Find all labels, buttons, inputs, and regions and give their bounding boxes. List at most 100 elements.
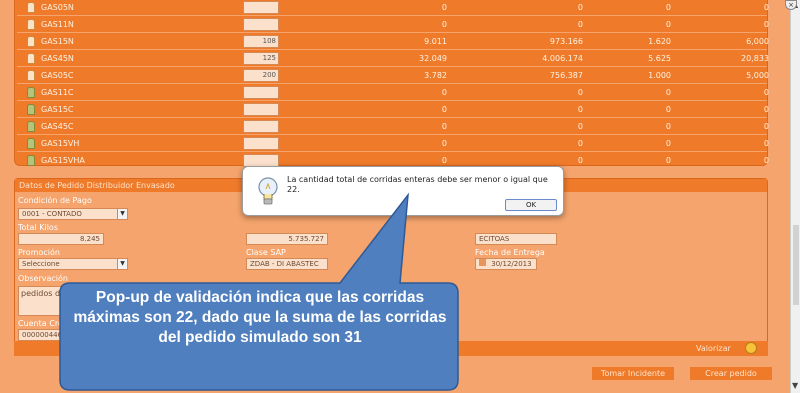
- validation-dialog: La cantidad total de corridas enteras de…: [242, 166, 564, 216]
- product-name: GAS15VHA: [41, 156, 85, 165]
- fecha-field[interactable]: 30/12/2013: [475, 258, 537, 270]
- product-value-3: 5.625: [648, 54, 671, 63]
- product-name: GAS15N: [41, 37, 74, 46]
- product-value-2: 0: [577, 105, 583, 114]
- product-value-1: 0: [441, 20, 447, 29]
- scroll-down-icon[interactable]: ▼: [792, 381, 798, 390]
- crear-pedido-button[interactable]: Crear pedido: [690, 367, 772, 380]
- lightbulb-icon: [258, 177, 278, 205]
- quantity-input[interactable]: [243, 120, 279, 133]
- calendar-icon[interactable]: [479, 259, 486, 266]
- chevron-down-icon[interactable]: ▼: [117, 259, 127, 269]
- product-value-4: 0: [763, 105, 769, 114]
- product-value-4: 0: [763, 20, 769, 29]
- quantity-input[interactable]: [243, 137, 279, 150]
- observacion-label: Observación: [18, 274, 68, 283]
- total-kilos-field: 8.245: [18, 233, 104, 245]
- quantity-input[interactable]: [243, 18, 279, 31]
- product-value-4: 5,000: [746, 71, 769, 80]
- gas-cylinder-icon: [27, 155, 35, 166]
- product-value-2: 973.166: [549, 37, 583, 46]
- product-name: GAS15C: [41, 105, 74, 114]
- tomar-incidente-button[interactable]: Tomar Incidente: [592, 367, 674, 380]
- product-value-4: 0: [763, 88, 769, 97]
- product-value-1: 0: [441, 105, 447, 114]
- product-value-4: 6,000: [746, 37, 769, 46]
- product-value-3: 1.620: [648, 37, 671, 46]
- gas-cylinder-icon: [27, 104, 35, 115]
- promocion-select[interactable]: Seleccione ▼: [18, 258, 128, 270]
- product-value-3: 0: [665, 3, 671, 12]
- clase-sap-field: ZDAB - DI ABASTEC: [246, 258, 328, 270]
- gas-cylinder-icon: [27, 2, 35, 13]
- product-name: GAS11C: [41, 88, 74, 97]
- product-name: GAS45N: [41, 54, 74, 63]
- product-value-2: 0: [577, 139, 583, 148]
- gas-cylinder-icon: [27, 70, 35, 81]
- promocion-value: Seleccione: [22, 260, 60, 268]
- clase-sap-label: Clase SAP: [246, 248, 286, 257]
- product-value-3: 0: [665, 122, 671, 131]
- product-name: GAS05C: [41, 71, 74, 80]
- observacion-value: pedidos d: [21, 289, 61, 298]
- quantity-input[interactable]: [243, 103, 279, 116]
- product-row: GAS11N 0 0 0 0: [17, 17, 769, 33]
- app-window: GAS05N 0 0 0 0 GAS11N 0 0 0 0 GAS15N 108 9.011 973.16…: [0, 0, 800, 393]
- condicion-value: 0001 - CONTADO: [22, 210, 82, 218]
- product-value-1: 0: [441, 156, 447, 165]
- product-value-3: 0: [665, 139, 671, 148]
- cuenta-label: Cuenta Cre: [18, 319, 63, 328]
- product-value-2: 4.006.174: [542, 54, 583, 63]
- product-value-3: 0: [665, 156, 671, 165]
- product-table: GAS05N 0 0 0 0 GAS11N 0 0 0 0 GAS15N 108 9.011 973.16…: [14, 0, 769, 169]
- valorizar-label[interactable]: Valorizar: [696, 344, 731, 353]
- product-value-1: 0: [441, 122, 447, 131]
- product-value-1: 0: [441, 3, 447, 12]
- condicion-label: Condición de Pago: [18, 196, 92, 205]
- product-name: GAS15VH: [41, 139, 80, 148]
- total-kilos-label: Total Kilos: [18, 223, 58, 232]
- promocion-label: Promoción: [18, 248, 60, 257]
- vertical-scrollbar[interactable]: ▲ ▼: [790, 0, 800, 393]
- product-value-1: 0: [441, 139, 447, 148]
- product-value-4: 0: [763, 122, 769, 131]
- fecha-label: Fecha de Entrega: [475, 248, 545, 257]
- quantity-input[interactable]: [243, 86, 279, 99]
- callout-text: Pop-up de validación indica que las corr…: [73, 289, 447, 346]
- product-row: GAS15N 108 9.011 973.166 1.620 6,000: [17, 34, 769, 50]
- product-value-2: 0: [577, 3, 583, 12]
- product-row: GAS11C 0 0 0 0: [17, 85, 769, 101]
- product-value-2: 756.387: [549, 71, 583, 80]
- product-value-2: 0: [577, 88, 583, 97]
- product-value-1: 9.011: [424, 37, 447, 46]
- product-value-2: 0: [577, 122, 583, 131]
- order-panel-title: Datos de Pedido Distribuidor Envasado: [19, 181, 175, 190]
- scroll-thumb[interactable]: [793, 225, 799, 305]
- gas-cylinder-icon: [27, 53, 35, 64]
- valorizar-icon[interactable]: [745, 342, 757, 354]
- quantity-input[interactable]: 108: [243, 35, 279, 48]
- product-value-4: 20,833: [741, 54, 769, 63]
- product-name: GAS45C: [41, 122, 74, 131]
- condicion-select[interactable]: 0001 - CONTADO ▼: [18, 208, 128, 220]
- product-name: GAS05N: [41, 3, 74, 12]
- product-row: GAS05C 200 3.782 756.387 1.000 5,000: [17, 68, 769, 84]
- cuenta-field: 000000446: [18, 329, 78, 341]
- dialog-message: La cantidad total de corridas enteras de…: [287, 175, 548, 194]
- product-value-4: 0: [763, 156, 769, 165]
- gas-cylinder-icon: [27, 36, 35, 47]
- product-value-1: 32.049: [419, 54, 447, 63]
- gas-cylinder-icon: [27, 138, 35, 149]
- gas-cylinder-icon: [27, 19, 35, 30]
- quantity-input[interactable]: [243, 1, 279, 14]
- product-value-3: 0: [665, 88, 671, 97]
- quantity-input[interactable]: 125: [243, 52, 279, 65]
- product-value-3: 0: [665, 105, 671, 114]
- amount-field: 5.735.727: [246, 233, 328, 245]
- quantity-input[interactable]: 200: [243, 69, 279, 82]
- product-name: GAS11N: [41, 20, 74, 29]
- fecha-value: 30/12/2013: [491, 260, 532, 268]
- chevron-down-icon[interactable]: ▼: [117, 209, 127, 219]
- ok-button[interactable]: OK: [505, 199, 557, 211]
- product-value-1: 0: [441, 88, 447, 97]
